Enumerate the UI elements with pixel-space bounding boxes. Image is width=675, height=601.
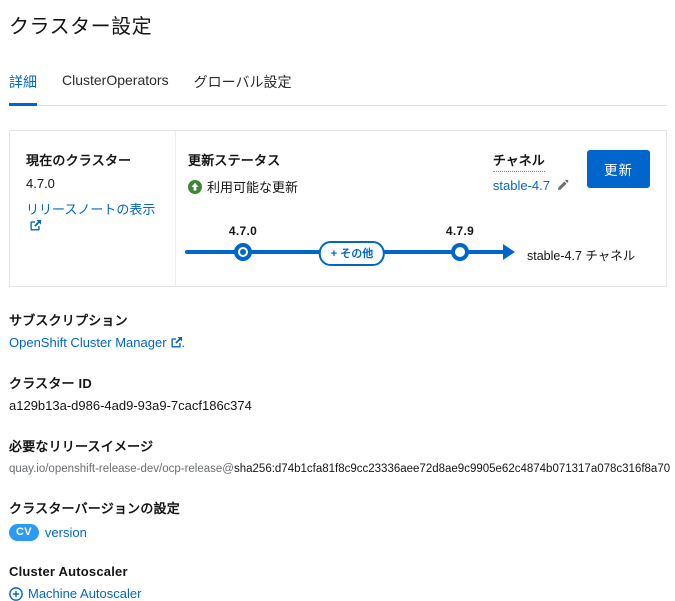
channel-arrow-icon [503, 244, 515, 260]
subscription-section: サブスクリプション OpenShift Cluster Manager. [9, 310, 667, 350]
subscription-heading: サブスクリプション [9, 310, 667, 329]
channel-path-visualization: 4.7.0 4.7.9 + その他 stable-4.7 チャネル [185, 224, 650, 272]
update-status-heading: 更新ステータス [188, 150, 493, 169]
current-cluster-heading: 現在のクラスター [26, 150, 161, 169]
arrow-circle-up-icon [188, 180, 202, 194]
current-version-node [234, 243, 252, 261]
cluster-id-heading: クラスター ID [9, 373, 667, 392]
clusterversion-badge: CV [9, 524, 39, 541]
more-versions-pill[interactable]: + その他 [319, 241, 385, 266]
version-link[interactable]: version [45, 525, 87, 540]
current-cluster-version: 4.7.0 [26, 176, 161, 191]
current-version-label: 4.7.0 [229, 224, 257, 238]
page-title: クラスター設定 [9, 10, 667, 39]
cluster-manager-link[interactable]: OpenShift Cluster Manager [9, 335, 182, 350]
subscription-suffix: . [182, 335, 186, 350]
external-link-icon [30, 220, 41, 231]
release-image-section: 必要なリリースイメージ quay.io/openshift-release-de… [9, 436, 667, 475]
update-status-block: 更新ステータス 利用可能な更新 [188, 150, 493, 196]
update-status-text: 利用可能な更新 [207, 177, 298, 196]
update-section: 更新ステータス 利用可能な更新 チャネル stable-4.7 更新 4 [176, 131, 666, 286]
channel-link[interactable]: stable-4.7 [493, 178, 550, 193]
tab-details[interactable]: 詳細 [9, 66, 37, 106]
cluster-version-config-heading: クラスターバージョンの設定 [9, 498, 667, 517]
release-image-sha: sha256:d74b1cfa81f8c9cc23336aee72d8ae9c9… [234, 463, 670, 475]
cluster-id-value: a129b13a-d986-4ad9-93a9-7cacf186c374 [9, 398, 667, 413]
tab-bar: 詳細 ClusterOperators グローバル設定 [9, 66, 667, 106]
next-version-label: 4.7.9 [446, 224, 474, 238]
cluster-autoscaler-heading: Cluster Autoscaler [9, 564, 667, 579]
cluster-manager-label: OpenShift Cluster Manager [9, 335, 167, 350]
edit-pencil-icon[interactable] [556, 179, 569, 192]
release-image-prefix: quay.io/openshift-release-dev/ocp-releas… [9, 463, 234, 475]
current-cluster-section: 現在のクラスター 4.7.0 リリースノートの表示 [10, 131, 176, 286]
cluster-id-section: クラスター ID a129b13a-d986-4ad9-93a9-7cacf18… [9, 373, 667, 413]
cluster-settings-page: クラスター設定 詳細 ClusterOperators グローバル設定 現在のク… [0, 0, 675, 601]
channel-block: チャネル stable-4.7 [493, 150, 569, 193]
channel-heading: チャネル [493, 150, 545, 172]
add-circle-icon [9, 587, 23, 601]
cluster-autoscaler-section: Cluster Autoscaler Machine Autoscaler [9, 564, 667, 601]
tab-clusteroperators[interactable]: ClusterOperators [62, 66, 169, 106]
machine-autoscaler-link[interactable]: Machine Autoscaler [28, 586, 141, 601]
release-notes-link[interactable]: リリースノートの表示 [26, 202, 155, 233]
channel-bar-label: stable-4.7 チャネル [527, 245, 635, 264]
next-version-node [451, 243, 469, 261]
update-button[interactable]: 更新 [587, 150, 650, 188]
release-notes-label: リリースノートの表示 [26, 202, 155, 217]
cluster-version-card: 現在のクラスター 4.7.0 リリースノートの表示 更新ステータス 利用可能な更… [9, 130, 667, 287]
release-image-heading: 必要なリリースイメージ [9, 436, 667, 455]
release-image-value: quay.io/openshift-release-dev/ocp-releas… [9, 463, 667, 475]
tab-global-configuration[interactable]: グローバル設定 [194, 66, 292, 106]
cluster-version-config-section: クラスターバージョンの設定 CV version [9, 498, 667, 541]
external-link-icon [171, 337, 182, 348]
